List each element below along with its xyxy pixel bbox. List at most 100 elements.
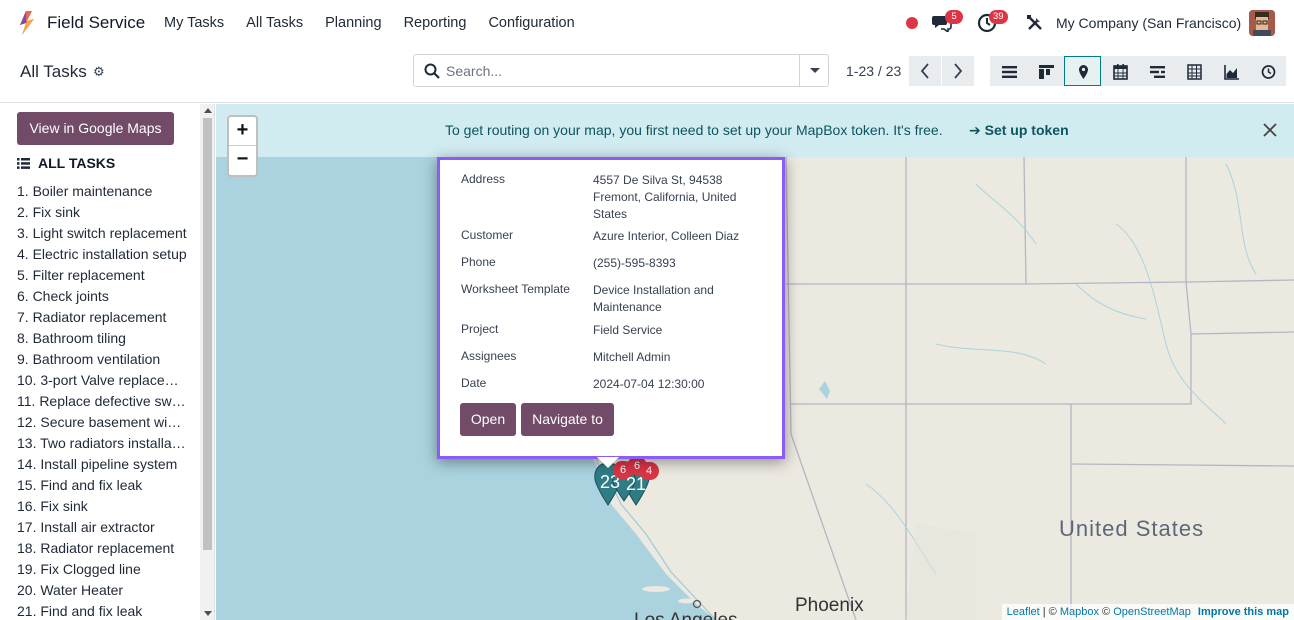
debug-tools-icon[interactable]: [1026, 14, 1044, 32]
all-tasks-label: ALL TASKS: [38, 155, 116, 171]
menu-configuration[interactable]: Configuration: [488, 15, 574, 31]
status-dot-icon[interactable]: [906, 17, 918, 29]
task-list-item[interactable]: 8. Bathroom tiling: [17, 328, 187, 349]
kanban-view-button[interactable]: [1027, 56, 1064, 86]
menu-my-tasks[interactable]: My Tasks: [164, 15, 224, 31]
popup-label: Project: [461, 322, 499, 336]
calendar-icon: [1113, 64, 1128, 80]
popup-label: Worksheet Template: [461, 282, 570, 296]
task-list-item[interactable]: 16. Fix sink: [17, 496, 187, 517]
svg-text:Los Angeles: Los Angeles: [634, 610, 738, 620]
task-list-item[interactable]: 12. Secure basement windows: [17, 412, 187, 433]
mapbox-link[interactable]: Mapbox: [1060, 606, 1099, 618]
field-service-logo-icon[interactable]: [16, 11, 38, 35]
navigate-to-button[interactable]: Navigate to: [521, 403, 614, 436]
map-canvas[interactable]: Los Angeles United States Phoenix 23 21 …: [216, 104, 1294, 620]
map-marker-icon: [1079, 65, 1088, 79]
view-in-google-maps-button[interactable]: View in Google Maps: [17, 112, 174, 145]
task-list-item[interactable]: 2. Fix sink: [17, 202, 187, 223]
breadcrumb: All Tasks: [20, 62, 87, 81]
task-list-item[interactable]: 1. Boiler maintenance: [17, 181, 187, 202]
set-up-token-link[interactable]: ➔ Set up token: [969, 122, 1069, 139]
activity-view-button[interactable]: [1249, 56, 1286, 86]
pager-next-button[interactable]: [942, 56, 974, 86]
menu-planning[interactable]: Planning: [325, 15, 381, 31]
open-button[interactable]: Open: [460, 403, 516, 436]
leaflet-link[interactable]: Leaflet: [1007, 606, 1040, 618]
view-switcher: [990, 56, 1286, 86]
app-title[interactable]: Field Service: [47, 13, 145, 33]
attribution-separator: ©: [1098, 606, 1114, 618]
list-view-button[interactable]: [990, 56, 1027, 86]
graph-view-button[interactable]: [1212, 56, 1249, 86]
task-list-item[interactable]: 15. Find and fix leak: [17, 475, 187, 496]
control-panel: All Tasks ⚙ 1-23 / 23: [0, 46, 1294, 103]
popup-value-customer: Azure Interior, Colleen Diaz: [593, 229, 740, 243]
task-list-item[interactable]: 20. Water Heater: [17, 580, 187, 601]
gantt-view-button[interactable]: [1138, 56, 1175, 86]
task-list-item[interactable]: 21. Find and fix leak: [17, 601, 187, 620]
menu-all-tasks[interactable]: All Tasks: [246, 15, 303, 31]
chevron-right-icon: [954, 63, 963, 79]
openstreetmap-link[interactable]: OpenStreetMap: [1113, 606, 1191, 618]
pager-previous-button[interactable]: [909, 56, 941, 86]
scrollbar-thumb[interactable]: [203, 118, 212, 550]
popup-label: Address: [461, 172, 506, 186]
zoom-in-button[interactable]: +: [229, 117, 256, 146]
task-popup: Address 4557 De Silva St, 94538 Fremont,…: [437, 157, 785, 459]
popup-value-date: 2024-07-04 12:30:00: [593, 377, 705, 391]
search-icon: [424, 63, 440, 79]
task-list-item[interactable]: 14. Install pipeline system: [17, 454, 187, 475]
kanban-icon: [1039, 65, 1054, 79]
task-list-item[interactable]: 6. Check joints: [17, 286, 187, 307]
task-list-item[interactable]: 10. 3-port Valve replacement: [17, 370, 187, 391]
pager-value[interactable]: 1-23 / 23: [846, 63, 901, 79]
zoom-control: + −: [227, 115, 258, 177]
attribution-separator: | ©: [1039, 606, 1060, 618]
task-list-item[interactable]: 3. Light switch replacement: [17, 223, 187, 244]
gantt-icon: [1150, 66, 1165, 78]
search-options-chevron-down-icon[interactable]: [799, 55, 828, 86]
search-bar[interactable]: [413, 54, 829, 87]
map-view-button[interactable]: [1064, 56, 1101, 86]
calendar-view-button[interactable]: [1101, 56, 1138, 86]
list-icon: [1002, 66, 1017, 78]
banner-message: To get routing on your map, you first ne…: [445, 122, 943, 138]
sidebar-scrollbar[interactable]: [200, 104, 214, 620]
search-input[interactable]: [446, 56, 796, 85]
task-list-item[interactable]: 5. Filter replacement: [17, 265, 187, 286]
activities-badge: 39: [989, 10, 1008, 24]
company-switcher[interactable]: My Company (San Francisco): [1056, 15, 1241, 31]
task-list-item[interactable]: 13. Two radiators installation: [17, 433, 187, 454]
popup-value-address: 4557 De Silva St, 94538 Fremont, Califor…: [593, 173, 737, 221]
top-navbar: Field Service My Tasks All Tasks Plannin…: [0, 0, 1294, 46]
task-list-item[interactable]: 17. Install air extractor: [17, 517, 187, 538]
scroll-up-arrow-icon[interactable]: [204, 108, 212, 113]
task-list-item[interactable]: 18. Radiator replacement: [17, 538, 187, 559]
task-list-item[interactable]: 19. Fix Clogged line: [17, 559, 187, 580]
popup-label: Assignees: [461, 349, 517, 363]
marker-count-badge[interactable]: 4: [639, 462, 659, 480]
zoom-out-button[interactable]: −: [229, 146, 256, 175]
all-tasks-heading[interactable]: ALL TASKS: [17, 155, 115, 171]
improve-this-map-link[interactable]: Improve this map: [1198, 606, 1289, 618]
area-chart-icon: [1224, 65, 1239, 80]
popup-value-worksheet-template: Device Installation and Maintenance: [593, 283, 714, 314]
user-avatar[interactable]: [1249, 10, 1275, 36]
task-list-item[interactable]: 9. Bathroom ventilation: [17, 349, 187, 370]
map-attribution: Leaflet | © Mapbox © OpenStreetMap Impro…: [1001, 604, 1294, 620]
gear-icon[interactable]: ⚙: [93, 64, 105, 80]
map-label-phoenix: Phoenix: [795, 595, 864, 616]
popup-label: Phone: [461, 255, 496, 269]
popup-value-project: Field Service: [593, 323, 663, 337]
task-list-item[interactable]: 7. Radiator replacement: [17, 307, 187, 328]
pivot-view-button[interactable]: [1175, 56, 1212, 86]
task-list-item[interactable]: 4. Electric installation setup: [17, 244, 187, 265]
popup-value-assignees: Mitchell Admin: [593, 350, 671, 364]
mapbox-token-banner: To get routing on your map, you first ne…: [216, 104, 1294, 157]
main-menu: My Tasks All Tasks Planning Reporting Co…: [164, 15, 597, 31]
menu-reporting[interactable]: Reporting: [404, 15, 467, 31]
close-icon[interactable]: [1262, 122, 1278, 138]
scroll-down-arrow-icon[interactable]: [204, 611, 212, 616]
task-list-item[interactable]: 11. Replace defective switch: [17, 391, 187, 412]
